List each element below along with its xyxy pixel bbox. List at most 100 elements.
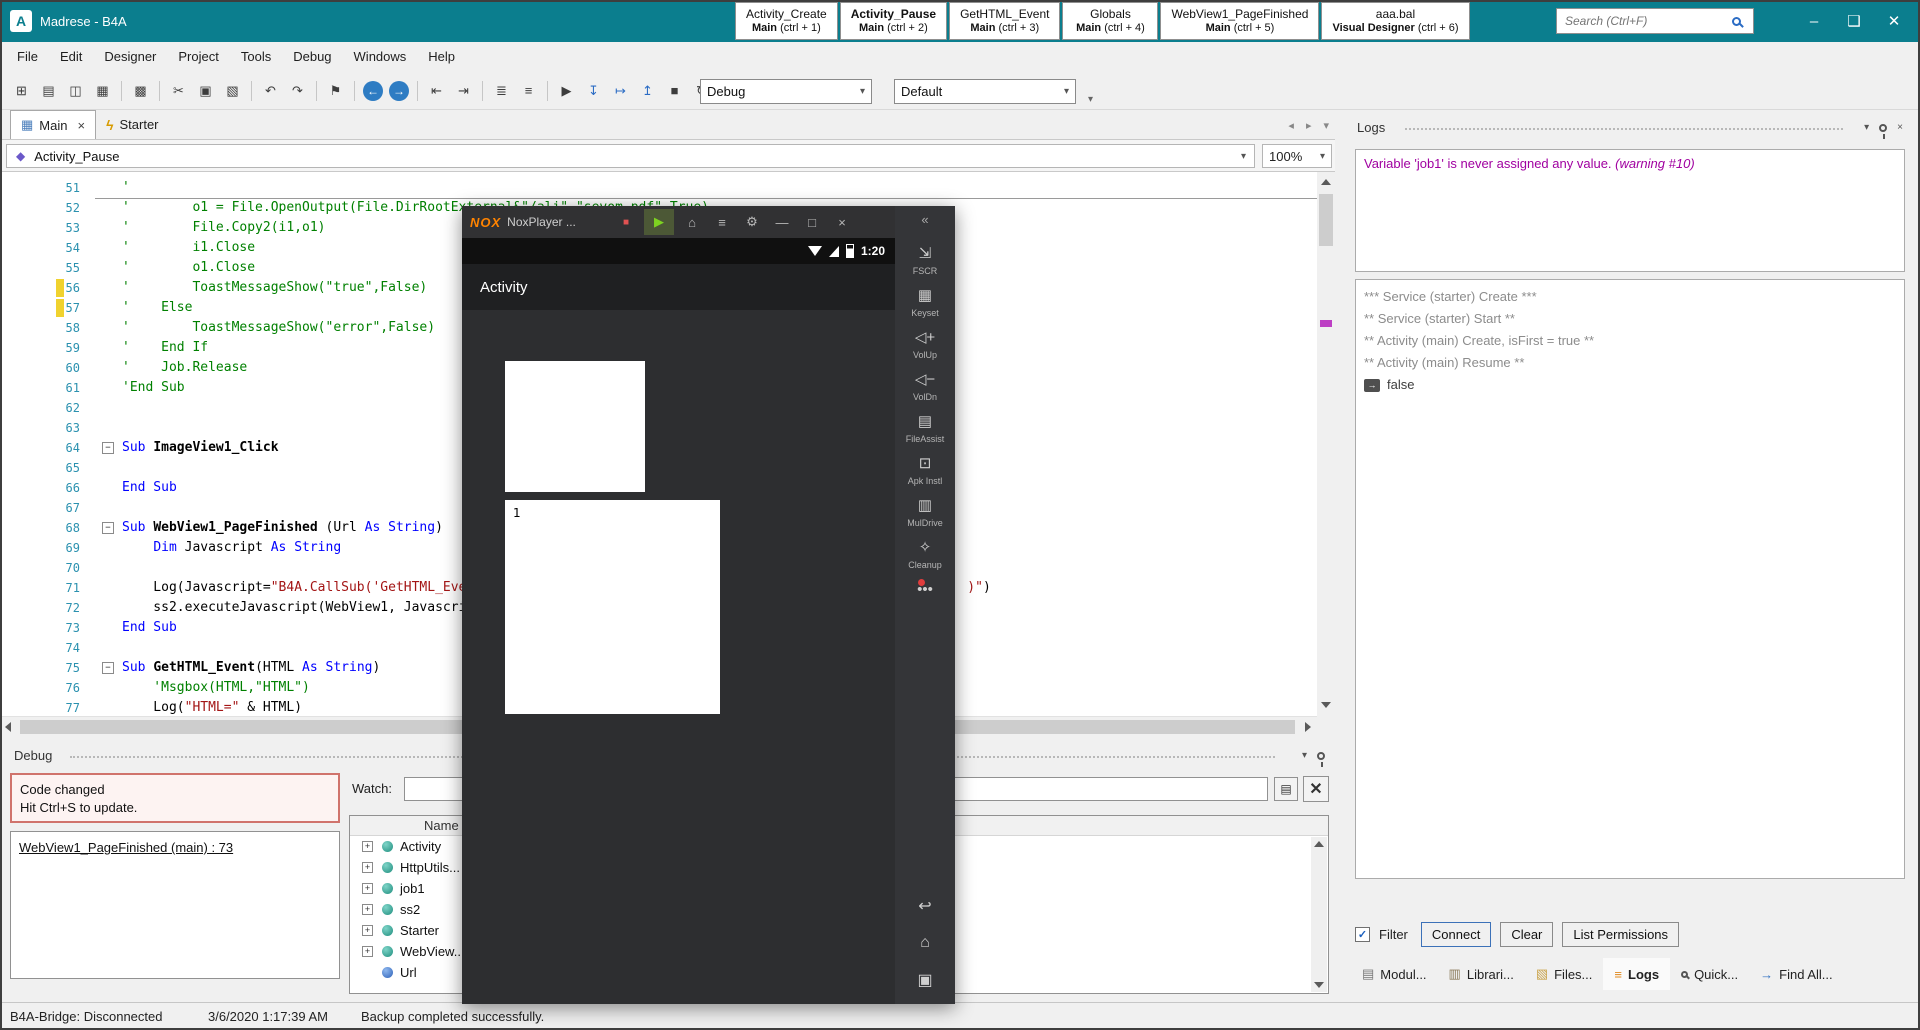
close-button[interactable]: ✕: [1874, 0, 1914, 42]
minimize-icon[interactable]: —: [770, 209, 794, 235]
collapse-panel-icon[interactable]: ▾: [1864, 122, 1869, 133]
expander-icon[interactable]: +: [362, 883, 373, 894]
expander-icon[interactable]: +: [362, 946, 373, 957]
tabs-scroll-left[interactable]: ◂: [1288, 119, 1294, 132]
list-permissions-button[interactable]: List Permissions: [1562, 922, 1680, 947]
scroll-up-icon[interactable]: [1314, 841, 1324, 847]
clear-button[interactable]: Clear: [1500, 922, 1554, 947]
expander-icon[interactable]: +: [362, 841, 373, 852]
code-text[interactable]: ' ToastMessageShow("true",False): [122, 278, 427, 298]
sidebar-collapse-icon[interactable]: «: [921, 212, 928, 234]
code-text[interactable]: Log("HTML=" & HTML): [122, 698, 302, 716]
file-assist-button[interactable]: ▤ FileAssist: [906, 413, 945, 444]
menu-help[interactable]: Help: [417, 42, 466, 72]
run-button[interactable]: ▶: [554, 78, 579, 103]
pin-icon[interactable]: [1317, 751, 1325, 767]
code-text[interactable]: ' i1.Close: [122, 238, 255, 258]
code-text[interactable]: ' Job.Release: [122, 358, 247, 378]
copy-button[interactable]: ▣: [193, 78, 218, 103]
fold-toggle-icon[interactable]: −: [102, 662, 114, 674]
expander-icon[interactable]: +: [362, 862, 373, 873]
navigate-back-button[interactable]: ←: [363, 80, 383, 101]
imageview-panel[interactable]: [505, 361, 645, 492]
menu-windows[interactable]: Windows: [343, 42, 418, 72]
code-text[interactable]: Sub WebView1_PageFinished (Url As String…: [122, 518, 443, 538]
pane-tab-modul[interactable]: ▤ Modul...: [1351, 958, 1438, 990]
record-icon[interactable]: ■: [614, 209, 638, 235]
code-text[interactable]: ' File.Copy2(i1,o1): [122, 218, 326, 238]
code-text[interactable]: ' End If: [122, 338, 208, 358]
watch-delete-button[interactable]: ✕: [1303, 776, 1329, 802]
fullscreen-button[interactable]: ⇲ FSCR: [913, 245, 938, 276]
noxplayer-window[interactable]: NOX NoxPlayer ... ■ ▶ ⌂ ≡ ⚙ — □ × 1:20 Activity…: [462, 206, 955, 1004]
debug-mode-select[interactable]: Debug ▾: [700, 79, 872, 104]
code-text[interactable]: End Sub: [122, 478, 177, 498]
quick-jump-tab[interactable]: Activity_Create Main (ctrl + 1): [735, 2, 838, 40]
expander-icon[interactable]: +: [362, 925, 373, 936]
pane-tab-files[interactable]: ▧ Files...: [1525, 958, 1604, 990]
quick-jump-tab[interactable]: WebView1_PageFinished Main (ctrl + 5): [1160, 2, 1320, 40]
volume-down-button[interactable]: ◁− VolDn: [913, 371, 937, 402]
code-text[interactable]: ss2.executeJavascript(WebView1, Javascri…: [122, 598, 490, 618]
scroll-up-icon[interactable]: [1321, 179, 1331, 185]
pin-icon[interactable]: [1879, 123, 1888, 139]
bookmark-button[interactable]: ⚑: [323, 78, 348, 103]
quick-jump-tab[interactable]: aaa.bal Visual Designer (ctrl + 6): [1321, 2, 1470, 40]
outdent-button[interactable]: ⇤: [424, 78, 449, 103]
designer-button[interactable]: ▩: [128, 78, 153, 103]
code-text[interactable]: 'End Sub: [122, 378, 185, 398]
volume-up-button[interactable]: ◁+ VolUp: [913, 329, 937, 360]
code-text[interactable]: Sub ImageView1_Click: [122, 438, 279, 458]
apk-install-button[interactable]: ⊡ Apk Instl: [908, 455, 943, 486]
editor-vertical-scrollbar[interactable]: [1317, 172, 1335, 716]
settings-icon[interactable]: ⚙: [740, 209, 764, 235]
code-text[interactable]: Dim Javascript As String: [122, 538, 341, 558]
sub-selector-dropdown[interactable]: ◆ Activity_Pause ▾: [6, 144, 1255, 168]
menu-designer[interactable]: Designer: [93, 42, 167, 72]
android-recents-button[interactable]: ▣: [917, 970, 932, 990]
android-back-button[interactable]: ↩: [918, 896, 931, 916]
paste-button[interactable]: ▧: [220, 78, 245, 103]
maximize-button[interactable]: ❑: [1834, 0, 1874, 42]
search-icon[interactable]: [1732, 16, 1741, 26]
connect-button[interactable]: Connect: [1420, 922, 1492, 947]
cut-button[interactable]: ✂: [166, 78, 191, 103]
tabs-list-dropdown[interactable]: ▾: [1323, 119, 1329, 132]
fold-toggle-icon[interactable]: −: [102, 442, 114, 454]
redo-button[interactable]: ↷: [285, 78, 310, 103]
scrollbar-thumb[interactable]: [1319, 194, 1333, 246]
code-text[interactable]: Sub GetHTML_Event(HTML As String): [122, 658, 380, 678]
close-icon[interactable]: ×: [830, 209, 854, 235]
home-icon[interactable]: ⌂: [680, 209, 704, 235]
noxplayer-titlebar[interactable]: NOX NoxPlayer ... ■ ▶ ⌂ ≡ ⚙ — □ ×: [462, 206, 895, 238]
search-input[interactable]: [1557, 14, 1732, 28]
navigate-forward-button[interactable]: →: [389, 80, 409, 101]
keyset-button[interactable]: ▦ Keyset: [911, 287, 939, 318]
multidrive-button[interactable]: ▥ MulDrive: [907, 497, 943, 528]
code-text[interactable]: 'Msgbox(HTML,"HTML"): [122, 678, 310, 698]
stack-frame-link[interactable]: WebView1_PageFinished (main) : 73: [19, 840, 233, 855]
expander-icon[interactable]: +: [362, 904, 373, 915]
new-button[interactable]: ⊞: [9, 78, 34, 103]
filter-checkbox[interactable]: ✓: [1355, 927, 1370, 942]
menu-file[interactable]: File: [6, 42, 49, 72]
step-over-button[interactable]: ↦: [608, 78, 633, 103]
watch-table-scrollbar[interactable]: [1311, 837, 1327, 992]
indent-button[interactable]: ⇥: [451, 78, 476, 103]
code-text[interactable]: ' Else: [122, 298, 192, 318]
save-all-button[interactable]: ▦: [90, 78, 115, 103]
undo-button[interactable]: ↶: [258, 78, 283, 103]
collapse-panel-icon[interactable]: ▾: [1302, 750, 1307, 761]
zoom-select[interactable]: 100% ▾: [1262, 144, 1332, 168]
quick-jump-tab[interactable]: GetHTML_Event Main (ctrl + 3): [949, 2, 1061, 40]
close-tab-icon[interactable]: ×: [77, 118, 85, 133]
code-text[interactable]: ': [122, 178, 130, 198]
android-home-button[interactable]: ⌂: [920, 934, 930, 952]
fold-toggle-icon[interactable]: −: [102, 522, 114, 534]
menu-tools[interactable]: Tools: [230, 42, 282, 72]
step-into-button[interactable]: ↧: [581, 78, 606, 103]
watch-copy-button[interactable]: ▤: [1274, 777, 1298, 801]
scroll-down-icon[interactable]: [1314, 982, 1324, 988]
close-panel-icon[interactable]: ×: [1897, 122, 1903, 133]
pane-tab-quick[interactable]: Quick...: [1670, 958, 1749, 990]
